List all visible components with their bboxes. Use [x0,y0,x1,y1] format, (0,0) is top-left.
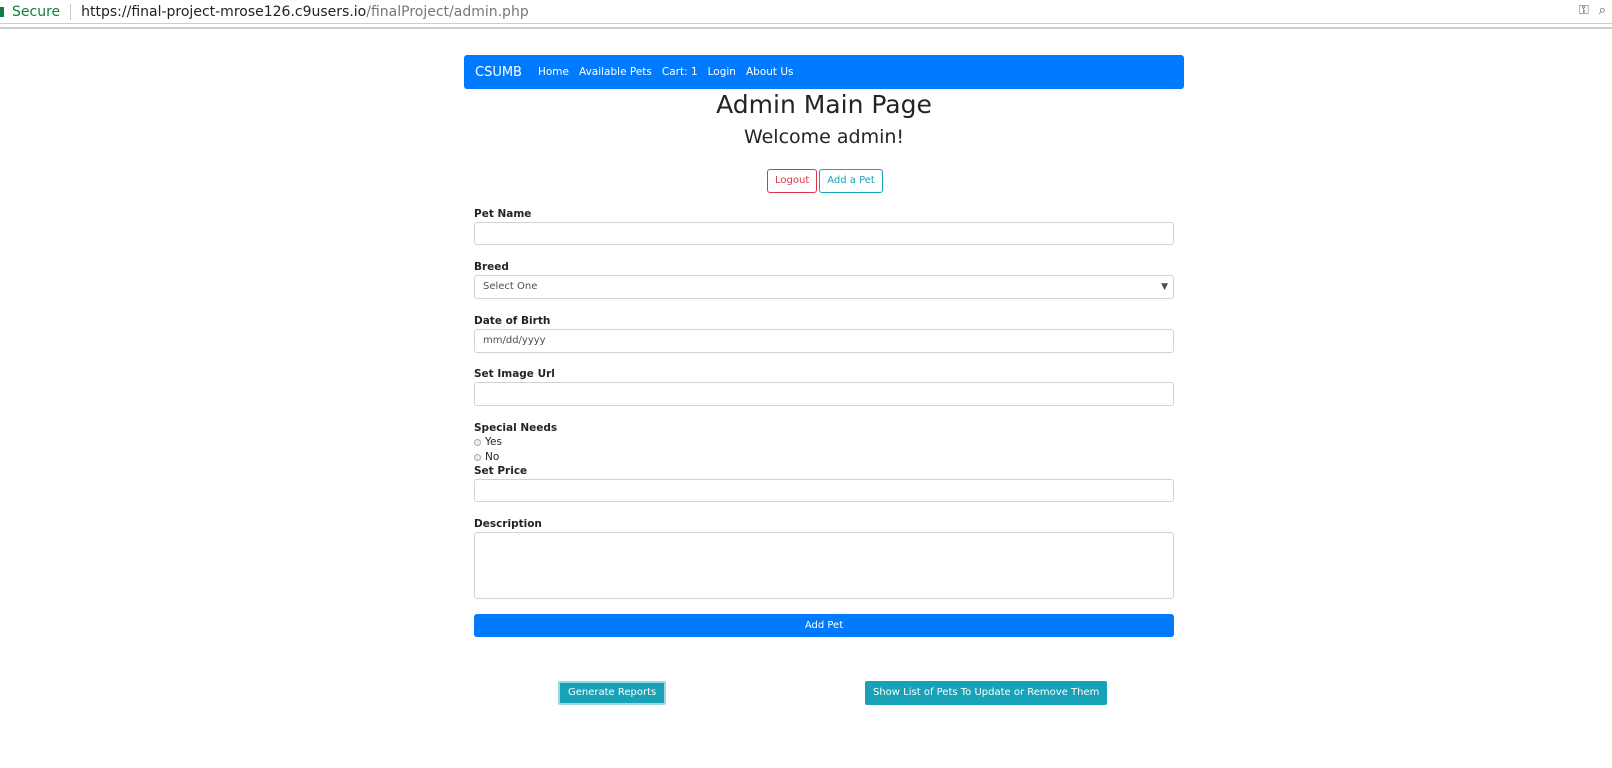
brand-link[interactable]: CSUMB [475,65,522,80]
breed-label: Breed [474,261,509,273]
lock-icon [0,6,4,17]
image-url-label: Set Image Url [474,368,555,380]
add-pet-button[interactable]: Add Pet [474,614,1174,637]
address-bar[interactable]: Secure https://final-project-mrose126.c9… [0,0,1612,24]
divider [0,27,1612,29]
navbar: CSUMB Home Available Pets Cart: 1 Login … [464,55,1184,89]
image-url-input[interactable] [474,382,1174,406]
radio-circle[interactable] [474,453,481,461]
radio-no-label: No [485,451,500,463]
nav-available-pets[interactable]: Available Pets [579,66,652,78]
add-a-pet-button[interactable]: Add a Pet [819,169,883,193]
url-path: /finalProject/admin.php [366,3,529,20]
url-host: https://final-project-mrose126.c9users.i… [81,3,367,20]
logout-button[interactable]: Logout [767,169,818,193]
nav-cart[interactable]: Cart: 1 [662,66,698,78]
radio-yes[interactable]: Yes [474,436,502,448]
secure-label: Secure [12,3,61,20]
show-pets-list-button[interactable]: Show List of Pets To Update or Remove Th… [865,681,1108,705]
generate-reports-button[interactable]: Generate Reports [558,681,667,705]
pet-name-label: Pet Name [474,208,532,220]
description-textarea[interactable] [474,532,1174,599]
breed-selected: Select One [483,281,538,292]
dob-input[interactable]: mm/dd/yyyy [474,329,1174,353]
special-needs-label: Special Needs [474,422,558,434]
page-title: Admin Main Page [716,90,932,119]
nav-about-us[interactable]: About Us [746,66,794,78]
nav-home[interactable]: Home [538,66,569,78]
price-label: Set Price [474,465,528,477]
divider [70,3,72,20]
welcome-heading: Welcome admin! [743,126,905,148]
description-label: Description [474,518,542,530]
radio-yes-label: Yes [485,436,502,448]
pet-name-input[interactable] [474,222,1174,245]
breed-select[interactable]: Select One ▼ [474,275,1174,299]
key-icon[interactable]: ⚿ [1579,3,1589,18]
zoom-icon[interactable]: ⌕ [1599,3,1606,18]
price-input[interactable] [474,479,1174,502]
nav-login[interactable]: Login [708,66,736,78]
dob-label: Date of Birth [474,315,551,327]
radio-no[interactable]: No [474,451,499,463]
radio-circle[interactable] [474,438,481,446]
chevron-down-icon: ▼ [1161,282,1168,292]
